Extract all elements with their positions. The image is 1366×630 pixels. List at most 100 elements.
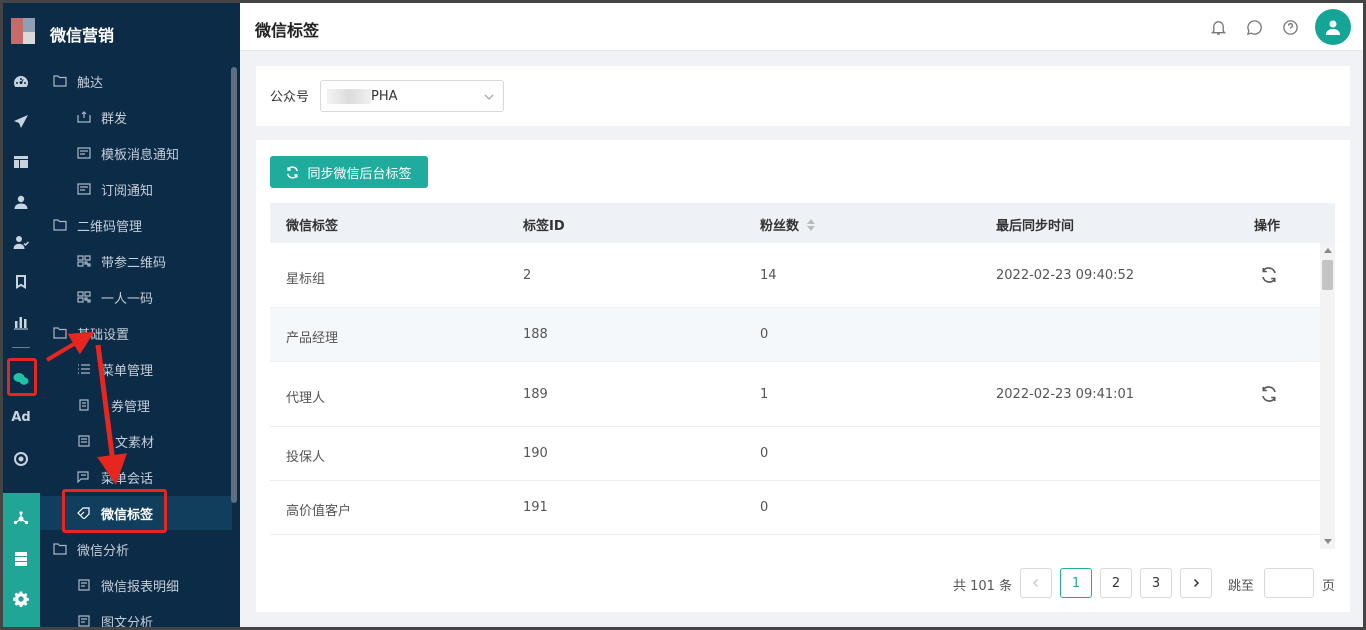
pagination-jump-input[interactable] — [1264, 568, 1314, 598]
refresh-icon[interactable] — [1260, 385, 1278, 403]
sidebar-item-label: 微信报表明细 — [101, 579, 180, 595]
sidebar-item-menu-management[interactable]: 菜单管理 — [40, 352, 232, 386]
scroll-down-arrow[interactable] — [1324, 539, 1332, 544]
message-icon — [77, 147, 91, 159]
sidebar-group-reach[interactable]: 触达 — [40, 64, 232, 98]
sidebar-group-qrcode[interactable]: 二维码管理 — [40, 208, 232, 242]
cell-synced: 2022-02-23 09:40:52 — [996, 268, 1135, 283]
cell-tag: 产品经理 — [286, 331, 339, 346]
folder-icon — [53, 543, 67, 555]
pagination-total: 共 101 条 — [953, 579, 1013, 594]
cell-tag: 投保人 — [286, 450, 326, 465]
bar-chart-icon[interactable] — [11, 312, 31, 332]
cell-fans: 0 — [760, 446, 769, 461]
pagination-page-suffix: 页 — [1322, 579, 1336, 594]
ad-icon[interactable]: Ad — [10, 410, 32, 425]
report-icon — [77, 579, 91, 591]
table-row: 投保人 190 0 — [270, 427, 1320, 481]
pagination-page[interactable]: 1 — [1060, 568, 1092, 598]
sidebar-item-personal-qrcode[interactable]: 一人一码 — [40, 280, 232, 314]
qrcode-icon — [77, 255, 91, 267]
sidebar-item-param-qrcode[interactable]: 带参二维码 — [40, 244, 232, 278]
cell-fans: 1 — [760, 387, 769, 402]
account-select-value: PHA — [371, 89, 398, 104]
sort-icon[interactable] — [807, 219, 816, 231]
cell-id: 190 — [523, 446, 548, 461]
sidebar: 微信营销 触达 群发 模板消息通知 订阅通知 二维码管理 带参二维码 一人一码 — [40, 3, 240, 627]
sidebar-item-template-message[interactable]: 模板消息通知 — [40, 136, 232, 170]
sidebar-item-coupon-management[interactable]: 券管理 — [40, 388, 232, 422]
chevron-left-icon — [1032, 578, 1039, 588]
column-header-fans-label: 粉丝数 — [760, 219, 800, 234]
cell-tag: 星标组 — [286, 272, 326, 287]
report-icon — [77, 615, 91, 627]
send-icon[interactable] — [11, 112, 31, 132]
sidebar-item-subscription[interactable]: 订阅通知 — [40, 172, 232, 206]
column-header-fans[interactable]: 粉丝数 — [760, 215, 816, 234]
refresh-icon[interactable] — [1260, 266, 1278, 284]
tags-panel: 同步微信后台标签 微信标签 标签ID 粉丝数 最后同步时间 操作 星标组 2 1… — [256, 140, 1350, 612]
scroll-up-arrow[interactable] — [1324, 248, 1332, 253]
cell-id: 191 — [523, 500, 548, 515]
sidebar-item-wechat-report[interactable]: 微信报表明细 — [40, 568, 232, 602]
sidebar-item-broadcast[interactable]: 群发 — [40, 100, 232, 134]
layout-icon[interactable] — [11, 152, 31, 172]
gear-icon[interactable] — [11, 589, 31, 609]
app-window: Ad 微信营销 触达 群发 模板消息通知 订阅通知 二维码管理 带参二维码 一人… — [3, 3, 1363, 627]
qrcode-icon — [77, 291, 91, 303]
table-row: 高价值客户 191 0 — [270, 481, 1320, 535]
sidebar-group-wechat-analysis[interactable]: 微信分析 — [40, 532, 232, 566]
sync-tags-button[interactable]: 同步微信后台标签 — [270, 156, 428, 188]
sidebar-item-label: 基础设置 — [77, 327, 130, 343]
scroll-thumb[interactable] — [1322, 260, 1333, 290]
account-select[interactable]: PHA — [320, 80, 504, 112]
user-icon[interactable] — [11, 192, 31, 212]
users-icon[interactable] — [11, 232, 31, 252]
cell-tag: 高价值客户 — [286, 504, 352, 519]
refresh-icon — [287, 165, 299, 179]
chat-icon — [77, 471, 91, 483]
bookmark-icon[interactable] — [11, 272, 31, 292]
table-row: 星标组 2 14 2022-02-23 09:40:52 — [270, 243, 1320, 308]
column-header-id: 标签ID — [523, 219, 565, 234]
app-logo — [11, 18, 35, 44]
column-header-actions: 操作 — [1254, 219, 1281, 234]
folder-icon — [53, 75, 67, 87]
sidebar-item-label: 微信分析 — [77, 543, 130, 559]
filter-panel: 公众号 PHA — [256, 66, 1350, 126]
avatar[interactable] — [1315, 9, 1351, 45]
top-bar: 微信标签 — [240, 3, 1363, 51]
account-label: 公众号 — [270, 90, 310, 105]
server-icon[interactable] — [11, 549, 31, 569]
sidebar-item-label: 二维码管理 — [77, 219, 143, 235]
sidebar-group-basic-settings[interactable]: 基础设置 — [40, 316, 232, 350]
pagination-jump-label: 跳至 — [1228, 579, 1255, 594]
table-row: 产品经理 188 0 — [270, 308, 1320, 362]
table-scrollbar[interactable] — [1320, 243, 1335, 549]
pagination-prev[interactable] — [1020, 568, 1052, 598]
hub-icon[interactable] — [11, 509, 31, 529]
dashboard-icon[interactable] — [11, 72, 31, 92]
column-header-tag: 微信标签 — [286, 219, 339, 234]
pagination-page[interactable]: 3 — [1140, 568, 1172, 598]
cell-fans: 0 — [760, 500, 769, 515]
sidebar-item-label: 券管理 — [111, 399, 151, 415]
sidebar-item-label: 菜单管理 — [101, 363, 154, 379]
cell-synced: 2022-02-23 09:41:01 — [996, 387, 1135, 402]
cell-id: 2 — [523, 268, 532, 283]
bell-icon[interactable] — [1208, 17, 1228, 37]
sidebar-item-label: 一人一码 — [101, 291, 154, 307]
pagination-page[interactable]: 2 — [1100, 568, 1132, 598]
sync-tags-label: 同步微信后台标签 — [307, 166, 412, 182]
sidebar-item-article-material[interactable]: 文素材 — [40, 424, 232, 458]
chevron-down-icon — [484, 91, 494, 101]
pagination-next[interactable] — [1180, 568, 1212, 598]
cell-id: 188 — [523, 327, 548, 342]
sidebar-scrollbar[interactable] — [231, 67, 237, 503]
sidebar-item-article-analysis[interactable]: 图文分析 — [40, 604, 232, 627]
target-icon[interactable] — [11, 449, 31, 469]
help-icon[interactable] — [1280, 17, 1300, 37]
chat-bubble-icon[interactable] — [1244, 17, 1264, 37]
folder-icon — [53, 327, 67, 339]
coupon-icon — [77, 399, 91, 411]
